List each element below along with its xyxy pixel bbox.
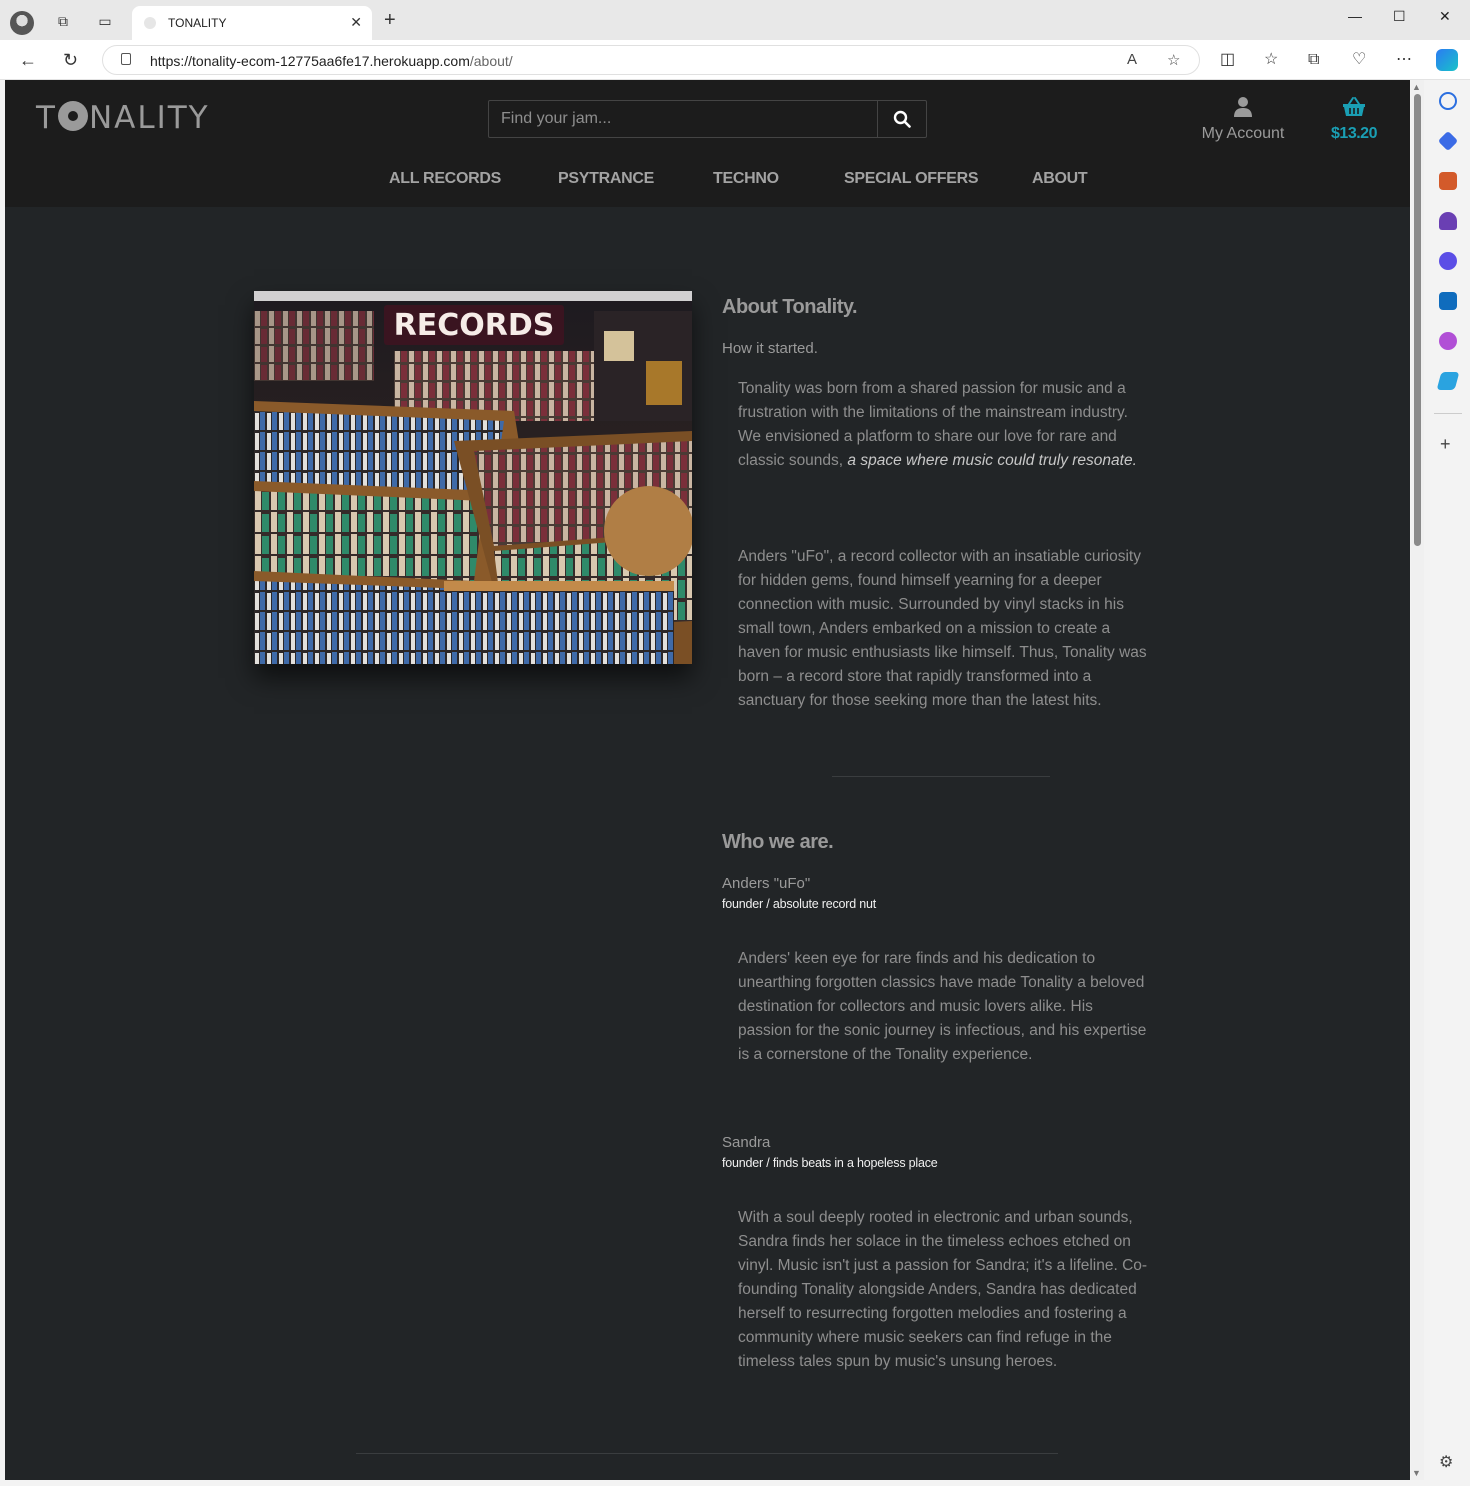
favorite-star-icon[interactable]: ☆	[1167, 51, 1180, 69]
url-path: /about/	[469, 53, 513, 69]
close-window-icon[interactable]: ✕	[1439, 8, 1451, 25]
user-icon	[1234, 97, 1252, 117]
designer-icon[interactable]	[1439, 332, 1457, 350]
refresh-icon[interactable]: ↻	[63, 50, 78, 70]
member-role-sandra: founder / finds beats in a hopeless plac…	[722, 1156, 938, 1170]
footer-divider	[356, 1453, 1058, 1454]
workspaces-icon[interactable]: ⧉	[54, 12, 72, 30]
team-heading: Who we are.	[722, 831, 834, 853]
records-sign: RECORDS	[394, 308, 555, 343]
browser-essentials-icon[interactable]: ♡	[1352, 50, 1366, 70]
send-icon[interactable]	[1436, 372, 1460, 390]
member-role-anders: founder / absolute record nut	[722, 897, 877, 911]
address-toolbar: ← ↻ https://tonality-ecom-12775aa6fe17.h…	[0, 40, 1470, 80]
search-icon	[893, 110, 911, 128]
profile-avatar-icon[interactable]	[10, 11, 34, 35]
nav-psytrance[interactable]: PSYTRANCE	[558, 170, 654, 188]
member-bio-anders: Anders' keen eye for rare finds and his …	[738, 950, 1147, 1063]
main-nav: ALL RECORDS PSYTRANCE TECHNO SPECIAL OFF…	[5, 168, 1410, 192]
read-aloud-icon[interactable]: A	[1127, 51, 1137, 68]
back-icon[interactable]: ←	[19, 50, 37, 70]
my-account-label: My Account	[1201, 125, 1285, 142]
collections-icon[interactable]: ⧉	[1308, 50, 1319, 70]
maximize-icon[interactable]: ☐	[1393, 8, 1406, 25]
search-sidebar-icon[interactable]	[1439, 92, 1457, 110]
url-host: https://tonality-ecom-12775aa6fe17.herok…	[150, 53, 470, 69]
new-tab-icon[interactable]: +	[384, 10, 396, 30]
tab-favicon-icon	[144, 17, 156, 29]
member-name-sandra: Sandra	[722, 1134, 771, 1151]
tab-actions-icon[interactable]: ▭	[96, 12, 114, 30]
search-form	[488, 100, 927, 138]
cart-link[interactable]: $13.20	[1323, 96, 1385, 143]
add-sidebar-app-icon[interactable]: +	[1440, 434, 1451, 455]
edge-sidebar: + ⚙	[1426, 80, 1470, 1486]
site-logo[interactable]: T NALITY	[36, 100, 210, 136]
scroll-thumb[interactable]	[1414, 94, 1421, 546]
sidebar-settings-icon[interactable]: ⚙	[1439, 1452, 1453, 1472]
site-header: T NALITY My Account $13.20 ALL RECORDS PS…	[5, 80, 1410, 207]
logo-text-end: NALITY	[88, 100, 210, 136]
games-icon[interactable]	[1439, 212, 1457, 230]
shopping-basket-icon	[1343, 97, 1365, 116]
about-subheading: How it started.	[722, 340, 818, 357]
nav-techno[interactable]: TECHNO	[713, 170, 779, 188]
page-scrollbar[interactable]: ▲ ▼	[1411, 80, 1424, 1480]
copilot-icon[interactable]	[1436, 49, 1458, 71]
search-input[interactable]	[489, 101, 878, 137]
logo-text-start: T	[36, 100, 57, 136]
nav-all-records[interactable]: ALL RECORDS	[389, 170, 501, 188]
nav-special-offers[interactable]: SPECIAL OFFERS	[844, 170, 979, 188]
page-viewport: T NALITY My Account $13.20 ALL RECORDS PS…	[5, 80, 1410, 1480]
favorites-icon[interactable]: ☆	[1264, 50, 1278, 70]
minimize-icon[interactable]: —	[1348, 8, 1362, 24]
browser-window: ⧉ ▭ TONALITY ✕ + — ☐ ✕ ← ↻ https://tonal…	[0, 0, 1470, 1486]
about-heading: About Tonality.	[722, 296, 858, 318]
tools-briefcase-icon[interactable]	[1439, 172, 1457, 190]
about-paragraph-1: Tonality was born from a shared passion …	[738, 377, 1148, 473]
scroll-up-icon[interactable]: ▲	[1412, 82, 1421, 92]
about-paragraph-1-emphasis: a space where music could truly resonate…	[847, 452, 1137, 469]
microsoft365-icon[interactable]	[1439, 252, 1457, 270]
member-bio-sandra: With a soul deeply rooted in electronic …	[738, 1209, 1148, 1370]
tab-title: TONALITY	[168, 16, 227, 30]
tab-close-icon[interactable]: ✕	[350, 14, 362, 31]
shopping-tag-icon[interactable]	[1437, 130, 1459, 152]
search-button[interactable]	[877, 101, 926, 137]
outlook-icon[interactable]	[1439, 292, 1457, 310]
sidebar-divider	[1434, 413, 1462, 414]
url-text[interactable]: https://tonality-ecom-12775aa6fe17.herok…	[150, 53, 513, 69]
vinyl-logo-icon	[57, 101, 88, 131]
tab-strip: ⧉ ▭ TONALITY ✕ + — ☐ ✕	[0, 0, 1470, 40]
address-bar[interactable]: https://tonality-ecom-12775aa6fe17.herok…	[102, 45, 1200, 75]
nav-about[interactable]: ABOUT	[1032, 170, 1088, 188]
lock-icon	[121, 53, 131, 65]
cart-total: $13.20	[1331, 125, 1377, 142]
record-store-image: RECORDS	[254, 291, 692, 664]
scroll-down-icon[interactable]: ▼	[1412, 1468, 1421, 1478]
my-account-link[interactable]: My Account	[1193, 96, 1293, 143]
section-divider	[832, 776, 1050, 777]
record-store-illustration: RECORDS	[254, 291, 692, 664]
split-screen-icon[interactable]: ◫	[1220, 50, 1235, 70]
tab-tonality[interactable]: TONALITY ✕	[132, 6, 372, 40]
about-paragraph-2: Anders "uFo", a record collector with an…	[738, 548, 1147, 709]
more-menu-icon[interactable]: ⋯	[1396, 50, 1412, 70]
member-name-anders: Anders "uFo"	[722, 875, 811, 892]
